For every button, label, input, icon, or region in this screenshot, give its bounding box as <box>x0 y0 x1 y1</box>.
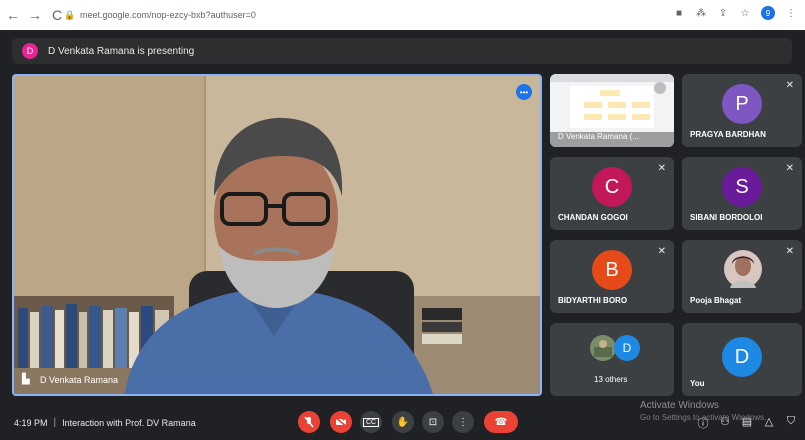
present-icon: ⊡ <box>428 416 438 428</box>
presenting-banner: D D Venkata Ramana is presenting <box>12 38 792 64</box>
participant-name: CHANDAN GOGOI <box>558 213 628 222</box>
meeting-title: Interaction with Prof. DV Ramana <box>62 417 196 428</box>
camera-off-icon <box>335 417 347 427</box>
lock-icon: 🔒 <box>64 10 76 20</box>
self-tile[interactable]: D You <box>682 323 802 396</box>
host-controls-icon[interactable]: ⛉ <box>785 415 797 431</box>
raise-hand-button[interactable]: ✋ <box>392 411 414 433</box>
participant-tile-bidyarthi[interactable]: ✕ B BIDYARTHI BORO <box>550 240 674 313</box>
more-vert-icon: ⋮ <box>458 416 468 428</box>
activate-windows-watermark: Activate Windows <box>640 400 719 411</box>
mic-off-icon: ✕ <box>657 246 666 257</box>
other-participant-avatar: D <box>614 335 640 361</box>
participant-tile-sibani[interactable]: ✕ S SIBANI BORDOLOI <box>682 157 802 230</box>
screen-share-tile[interactable]: D Venkata Ramana (... <box>550 74 674 147</box>
leave-call-button[interactable]: ☎ <box>484 411 518 433</box>
extensions-icon[interactable]: ⁂ <box>695 8 707 19</box>
presenting-text: D Venkata Ramana is presenting <box>48 45 195 57</box>
captions-button[interactable]: CC <box>360 411 382 433</box>
url-text[interactable]: meet.google.com/nop-ezcy-bxb?authuser=0 <box>80 10 256 20</box>
mic-toggle-button[interactable] <box>298 411 320 433</box>
back-icon[interactable]: ← <box>4 7 22 23</box>
main-speaker-tile[interactable]: ••• ▙ D Venkata Ramana <box>12 74 542 396</box>
hangup-icon: ☎ <box>494 416 508 428</box>
browser-toolbar: ← → C 🔒 meet.google.com/nop-ezcy-bxb?aut… <box>0 0 805 30</box>
bookmark-star-icon[interactable]: ☆ <box>739 8 751 19</box>
mic-off-icon: ✕ <box>785 246 794 257</box>
share-icon[interactable]: ⇪ <box>717 8 729 19</box>
participant-avatar: S <box>722 167 762 207</box>
participant-name: Pooja Bhagat <box>690 296 742 305</box>
self-avatar: D <box>722 337 762 377</box>
self-name: You <box>690 379 705 388</box>
mic-off-icon: ✕ <box>785 80 794 91</box>
participant-tile-pooja[interactable]: ✕ Pooja Bhagat <box>682 240 802 313</box>
mic-off-icon: ✕ <box>657 163 666 174</box>
forward-icon[interactable]: → <box>26 7 44 23</box>
participant-avatar: B <box>592 250 632 290</box>
camera-toggle-button[interactable] <box>330 411 352 433</box>
main-speaker-name: D Venkata Ramana <box>40 375 119 385</box>
activate-windows-subtext: Go to Settings to activate Windows. <box>640 413 767 422</box>
speaker-video <box>14 76 540 394</box>
title-separator: | <box>53 417 57 428</box>
browser-menu-icon[interactable]: ⋮ <box>785 8 797 19</box>
participant-avatar: C <box>592 167 632 207</box>
captions-icon: CC <box>362 417 380 427</box>
camera-indicator-icon[interactable]: ■ <box>673 8 685 19</box>
participant-name: BIDYARTHI BORO <box>558 296 628 305</box>
meeting-time: 4:19 PM <box>14 417 48 428</box>
hand-icon: ✋ <box>396 416 410 428</box>
screen-share-label: D Venkata Ramana (... <box>558 132 639 141</box>
mic-off-icon <box>304 416 314 428</box>
participant-tile-chandan[interactable]: ✕ C CHANDAN GOGOI <box>550 157 674 230</box>
participant-name: PRAGYA BARDHAN <box>690 130 766 139</box>
participant-photo <box>724 250 762 288</box>
others-tile[interactable]: D 13 others <box>550 323 674 396</box>
profile-avatar[interactable]: 9 <box>761 6 775 20</box>
pin-icon[interactable]: ▙ <box>22 374 32 386</box>
others-count-label: 13 others <box>594 375 628 384</box>
mic-off-icon: ✕ <box>785 163 794 174</box>
other-participant-photo <box>590 335 616 361</box>
more-options-button[interactable]: ⋮ <box>452 411 474 433</box>
speaking-indicator-icon: ••• <box>516 84 532 100</box>
presenter-avatar: D <box>22 43 38 59</box>
participant-name: SIBANI BORDOLOI <box>690 213 763 222</box>
present-button[interactable]: ⊡ <box>422 411 444 433</box>
address-bar[interactable]: 🔒 meet.google.com/nop-ezcy-bxb?authuser=… <box>64 6 684 24</box>
participant-tile-pragya[interactable]: ✕ P PRAGYA BARDHAN <box>682 74 802 147</box>
participant-avatar: P <box>722 84 762 124</box>
